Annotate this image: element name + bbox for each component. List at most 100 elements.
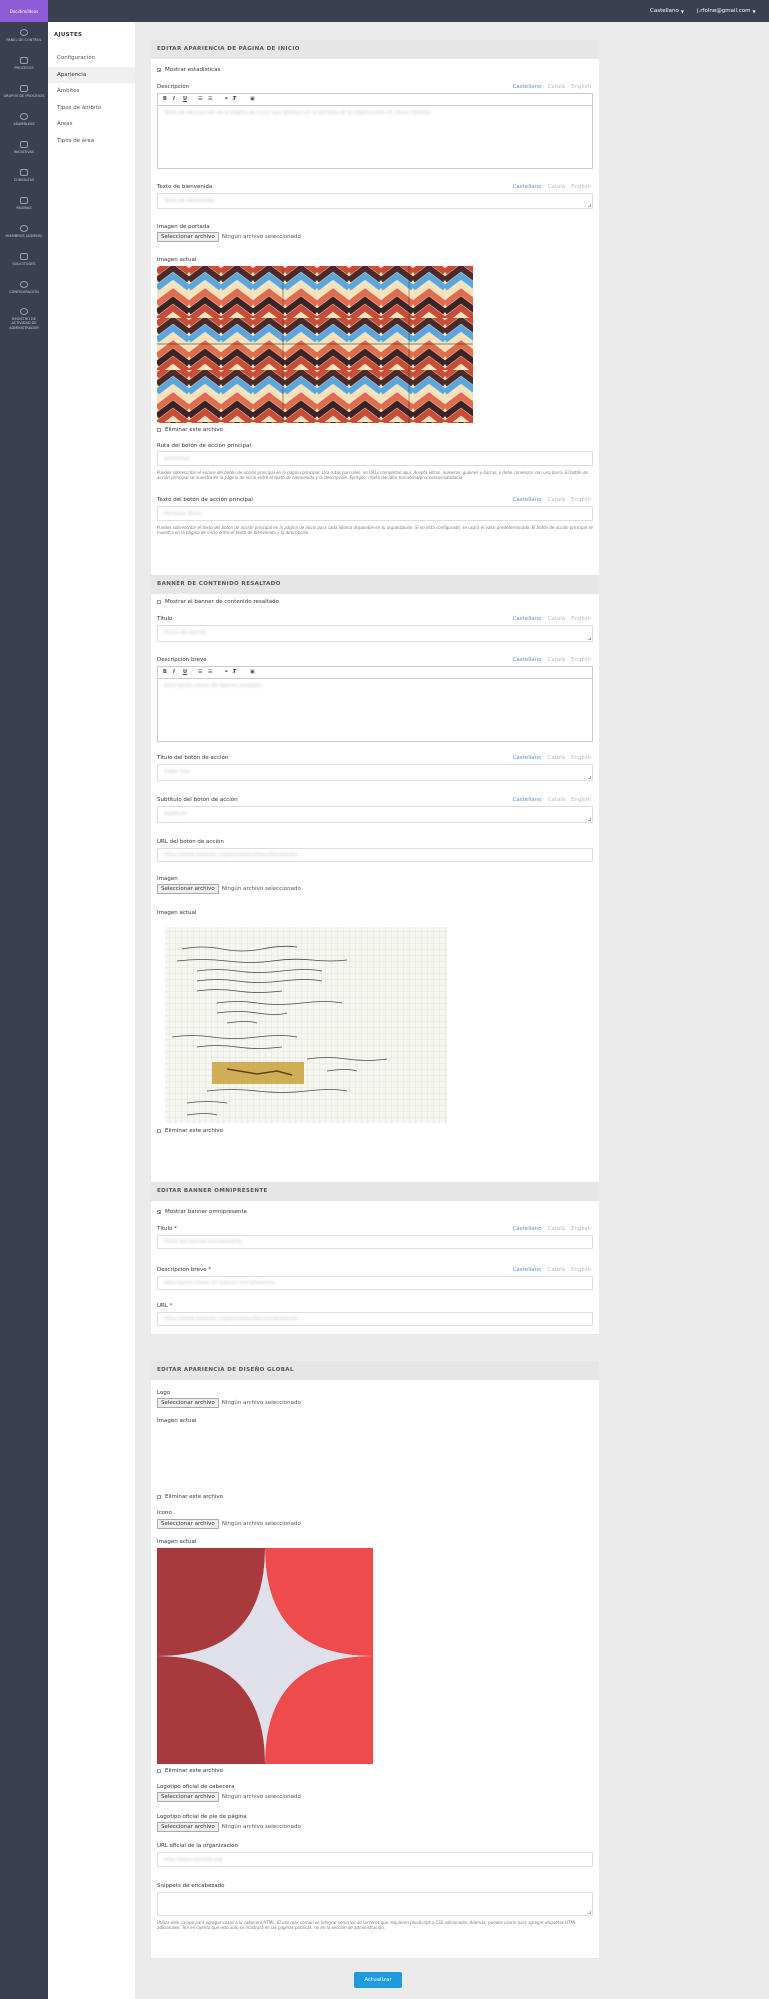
remove-logo-checkbox[interactable]: Eliminar este archivo [157,1494,223,1500]
tab-catala[interactable]: Català [547,755,565,761]
sidebar-item-processes[interactable]: PROCESOS [0,50,48,78]
action-subtitle-input[interactable]: Subtítulo [157,806,593,823]
tab-english[interactable]: English [571,755,591,761]
link-icon[interactable]: ⚭ [224,96,228,102]
tab-castellano[interactable]: Castellano [513,755,542,761]
show-omnipresent-checkbox[interactable]: Mostrar banner omnipresente [157,1209,247,1215]
omnipresent-url-input[interactable]: https://www.example.org/processes/banner… [157,1312,593,1326]
tab-castellano[interactable]: Castellano [513,616,542,622]
bold-button[interactable]: B [163,669,167,675]
image-icon[interactable]: ▣ [250,669,255,675]
tab-catala[interactable]: Català [547,497,565,503]
sidebar-item-consultations[interactable]: CONSULTAS [0,162,48,190]
tab-catala[interactable]: Català [547,184,565,190]
tab-castellano[interactable]: Castellano [513,184,542,190]
subnav-item-area-types[interactable]: Tipos de área [48,133,135,150]
favicon-file-input[interactable]: Seleccionar archivo Ningún archivo selecc… [157,1519,301,1529]
tab-english[interactable]: English [571,84,591,90]
checkbox-box[interactable] [157,1129,161,1133]
tab-castellano[interactable]: Castellano [513,1267,542,1273]
subnav-item-scopes[interactable]: Ámbitos [48,83,135,100]
logo-file-input[interactable]: Seleccionar archivo Ningún archivo selecc… [157,1398,301,1408]
bold-button[interactable]: B [163,96,167,102]
sidebar-item-admin-log[interactable]: REGISTRO DE ACTIVIDAD DE ADMINISTRADOR [0,302,48,336]
tab-catala[interactable]: Català [547,1226,565,1232]
sidebar-item-process-groups[interactable]: GRUPOS DE PROCESOS [0,78,48,106]
cta-text-input[interactable]: Participa ahora [157,506,593,521]
short-description-editor[interactable]: Descripción breve del banner resaltado [157,678,593,742]
update-button[interactable]: Actualizar [354,1972,402,1988]
sidebar-item-requests[interactable]: SOLICITUDES [0,246,48,274]
resize-handle[interactable] [588,1911,591,1914]
tab-catala[interactable]: Català [547,657,565,663]
checkbox-box[interactable] [157,1495,161,1499]
bullet-list-icon[interactable]: ☰ [208,96,212,102]
subnav-item-appearance[interactable]: Apariencia [48,66,135,83]
checkbox-box[interactable] [157,600,161,604]
sidebar-item-dashboard[interactable]: PANEL DE CONTROL [0,22,48,50]
remove-cover-checkbox[interactable]: Eliminar este archivo [157,427,223,433]
highlighted-file-input[interactable]: Seleccionar archivo Ningún archivo selecc… [157,884,301,894]
brand-logo[interactable]: Decidim/Ideas [0,0,48,22]
checkbox-box[interactable] [157,428,161,432]
highlighted-title-input[interactable]: Título del banner [157,625,593,642]
tab-english[interactable]: English [571,797,591,803]
user-menu[interactable]: j.rfolne@gmail.com ▼ [697,0,756,22]
header-logo-file-input[interactable]: Seleccionar archivo Ningún archivo selecc… [157,1792,301,1802]
italic-button[interactable]: I [173,669,175,675]
resize-handle[interactable] [588,776,591,779]
tab-catala[interactable]: Català [547,797,565,803]
tab-english[interactable]: English [571,1267,591,1273]
tab-castellano[interactable]: Castellano [513,797,542,803]
image-icon[interactable]: ▣ [250,96,255,102]
tab-castellano[interactable]: Castellano [513,84,542,90]
tab-castellano[interactable]: Castellano [513,657,542,663]
show-stats-checkbox[interactable]: Mostrar estadísticas [157,67,220,73]
resize-handle[interactable] [588,637,591,640]
tab-english[interactable]: English [571,616,591,622]
tab-english[interactable]: English [571,497,591,503]
show-highlighted-checkbox[interactable]: Mostrar el banner de contenido resaltado [157,599,279,605]
ordered-list-icon[interactable]: ☰ [198,96,202,102]
clear-format-icon[interactable]: T̸ [233,669,236,675]
tab-castellano[interactable]: Castellano [513,497,542,503]
remove-highlighted-checkbox[interactable]: Eliminar este archivo [157,1128,223,1134]
underline-button[interactable]: U [183,96,187,102]
action-title-input[interactable]: Saber más [157,764,593,781]
omnipresent-description-input[interactable]: Descripción breve del banner omnipresent… [157,1276,593,1290]
welcome-input[interactable]: Texto de bienvenida [157,193,593,209]
tab-catala[interactable]: Català [547,1267,565,1273]
choose-file-button[interactable]: Seleccionar archivo [157,232,219,242]
tab-english[interactable]: English [571,184,591,190]
resize-handle[interactable] [588,204,591,207]
cta-path-input[interactable]: /processes [157,451,593,466]
checkbox-box[interactable] [157,1769,161,1773]
description-editor[interactable]: Texto de descripción de la página de ini… [157,105,593,169]
clear-format-icon[interactable]: T̸ [233,96,236,102]
sidebar-item-settings[interactable]: CONFIGURACIÓN [0,274,48,302]
org-url-input[interactable]: http://www.ejemplo.org [157,1852,593,1867]
checkbox-box[interactable] [157,1210,161,1214]
tab-english[interactable]: English [571,1226,591,1232]
italic-button[interactable]: I [173,96,175,102]
choose-file-button[interactable]: Seleccionar archivo [157,884,219,894]
subnav-item-scope-types[interactable]: Tipos de ámbito [48,100,135,117]
subnav-item-configuration[interactable]: Configuración [48,50,135,67]
choose-file-button[interactable]: Seleccionar archivo [157,1519,219,1529]
language-menu[interactable]: Castellano ▼ [650,0,684,22]
choose-file-button[interactable]: Seleccionar archivo [157,1398,219,1408]
action-url-input[interactable]: https://www.example.org/processes/ideas/… [157,848,593,862]
choose-file-button[interactable]: Seleccionar archivo [157,1822,219,1832]
sidebar-item-assemblies[interactable]: ASAMBLEAS [0,106,48,134]
choose-file-button[interactable]: Seleccionar archivo [157,1792,219,1802]
underline-button[interactable]: U [183,669,187,675]
resize-handle[interactable] [588,818,591,821]
snippets-textarea[interactable] [157,1892,593,1916]
tab-castellano[interactable]: Castellano [513,1226,542,1232]
link-icon[interactable]: ⚭ [224,669,228,675]
bullet-list-icon[interactable]: ☰ [208,669,212,675]
sidebar-item-initiatives[interactable]: INICIATIVAS [0,134,48,162]
cover-file-input[interactable]: Seleccionar archivo Ningún archivo selecc… [157,232,301,242]
checkbox-box[interactable] [157,68,161,72]
subnav-item-areas[interactable]: Áreas [48,116,135,133]
